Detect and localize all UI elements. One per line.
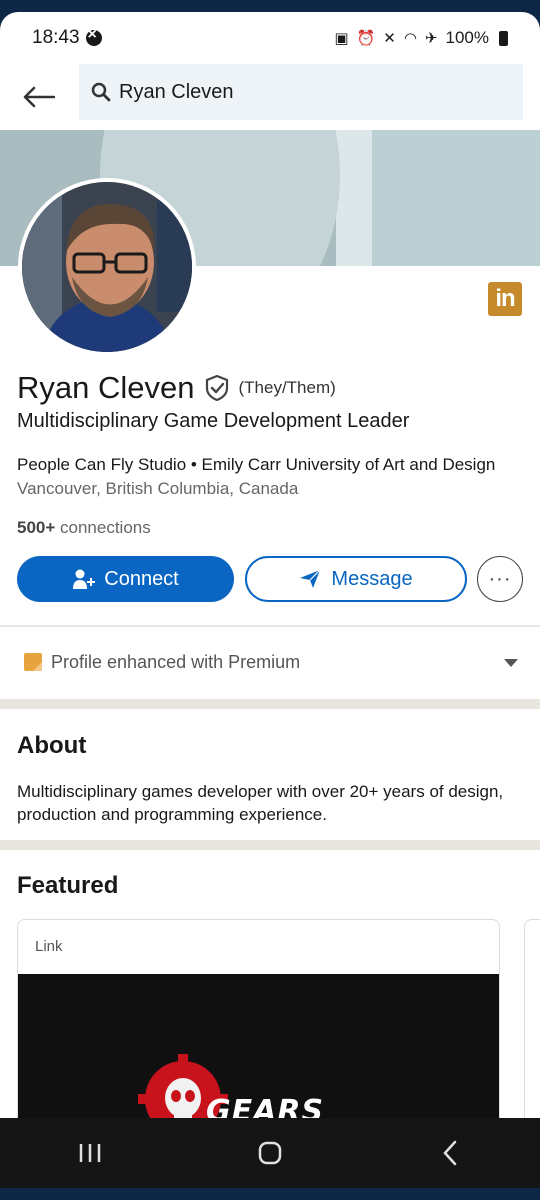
alarm-icon: ⏰	[356, 30, 376, 47]
status-bar: 18:43 ▣ ⏰ ✕ ◠ ✈ 100%	[0, 12, 540, 64]
pronouns: (They/Them)	[238, 378, 336, 397]
arrow-left-icon	[23, 86, 55, 108]
verified-shield-icon[interactable]	[204, 374, 230, 402]
premium-icon	[24, 653, 42, 671]
featured-title: Featured	[17, 872, 119, 899]
more-icon: ···	[488, 567, 512, 590]
profile-name: Ryan Cleven	[17, 370, 195, 405]
chevron-down-icon[interactable]	[504, 659, 518, 667]
system-nav-bar	[0, 1118, 540, 1188]
search-icon	[91, 82, 111, 102]
status-icons: ▣ ⏰ ✕ ◠ ✈ 100%	[334, 28, 508, 48]
status-time: 18:43	[32, 27, 80, 48]
search-input[interactable]: Ryan Cleven	[79, 64, 523, 120]
profile-headline: Multidisciplinary Game Development Leade…	[17, 410, 410, 432]
about-text: Multidisciplinary games developer with o…	[17, 782, 504, 824]
home-button[interactable]	[240, 1128, 300, 1178]
search-header: Ryan Cleven	[0, 64, 540, 130]
message-button[interactable]: Message	[245, 556, 467, 602]
more-button[interactable]: ···	[477, 556, 523, 602]
add-person-icon	[73, 569, 96, 589]
chevron-left-icon	[443, 1140, 457, 1166]
connect-button[interactable]: Connect	[17, 556, 234, 602]
profile-location: Vancouver, British Columbia, Canada	[17, 479, 299, 498]
connections-count[interactable]: 500+ connections	[17, 518, 151, 538]
back-button[interactable]	[0, 64, 78, 130]
recents-icon	[79, 1144, 101, 1162]
name-row: Ryan Cleven (They/Them)	[17, 370, 336, 406]
avatar[interactable]	[18, 178, 196, 356]
search-query: Ryan Cleven	[119, 80, 234, 103]
home-icon	[258, 1141, 282, 1165]
about-title: About	[17, 732, 87, 759]
app-screen: 18:43 ▣ ⏰ ✕ ◠ ✈ 100% Ryan Cleven	[0, 12, 540, 1188]
section-divider	[0, 699, 540, 709]
wifi-icon: ◠	[403, 30, 417, 47]
mute-icon: ✕	[383, 30, 396, 47]
linkedin-logo[interactable]: in	[488, 282, 522, 316]
lock-icon: ▣	[334, 30, 349, 47]
send-icon	[300, 569, 321, 588]
avatar-photo	[22, 182, 192, 352]
section-divider	[0, 840, 540, 850]
xbox-icon	[85, 26, 102, 46]
recents-button[interactable]	[60, 1128, 120, 1178]
battery-percent: 100%	[445, 28, 489, 47]
connect-label: Connect	[104, 567, 179, 590]
message-label: Message	[331, 567, 413, 590]
connections-label: connections	[55, 518, 151, 537]
premium-label: Profile enhanced with Premium	[51, 651, 301, 672]
system-back-button[interactable]	[420, 1128, 480, 1178]
profile-work[interactable]: People Can Fly Studio • Emily Carr Unive…	[17, 455, 495, 475]
featured-card-label: Link	[35, 938, 63, 955]
connections-number: 500+	[17, 518, 56, 537]
airplane-icon: ✈	[424, 30, 438, 47]
premium-row[interactable]: Profile enhanced with Premium	[0, 627, 540, 697]
battery-icon	[499, 30, 508, 46]
